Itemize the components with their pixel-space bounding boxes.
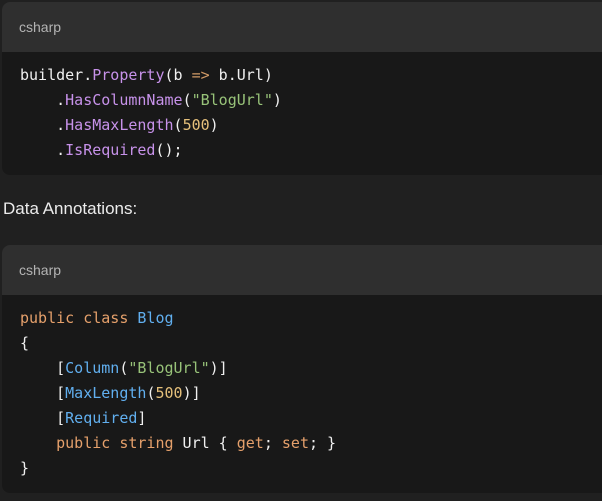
code-token: .	[20, 116, 66, 134]
code-line: public string Url { get; set; }	[20, 431, 602, 456]
data-annotations-heading: Data Annotations:	[3, 199, 138, 218]
code-token: get	[236, 434, 264, 452]
code-line: {	[20, 331, 602, 356]
code-content[interactable]: builder.Property(b => b.Url) .HasColumnN…	[2, 52, 602, 163]
code-token: [	[20, 409, 66, 427]
code-token: public	[20, 309, 75, 327]
code-token: ]	[137, 409, 147, 427]
code-line: .HasMaxLength(500)	[20, 113, 602, 138]
code-line: [Column("BlogUrl")]	[20, 356, 602, 381]
code-token: (b	[164, 66, 192, 84]
code-language-label: csharp	[19, 19, 62, 35]
code-token: (	[173, 116, 183, 134]
code-block-header: csharp	[2, 245, 602, 295]
code-token: set	[281, 434, 309, 452]
code-language-label: csharp	[19, 262, 62, 278]
code-token: )]	[209, 359, 228, 377]
code-token: 500	[155, 384, 183, 402]
code-token: )]	[182, 384, 201, 402]
code-token: "BlogUrl"	[191, 91, 273, 109]
code-token: Url {	[173, 434, 237, 452]
code-token: .	[83, 66, 93, 84]
code-line: [MaxLength(500)]	[20, 381, 602, 406]
code-token: Property	[92, 66, 165, 84]
code-token: Blog	[137, 309, 174, 327]
code-token: string	[119, 434, 174, 452]
code-token: "BlogUrl"	[128, 359, 210, 377]
code-line: .HasColumnName("BlogUrl")	[20, 88, 602, 113]
code-token: ;	[263, 434, 282, 452]
code-token: (	[182, 91, 192, 109]
code-line: .IsRequired();	[20, 138, 602, 163]
code-token: class	[83, 309, 129, 327]
code-token: [	[20, 384, 66, 402]
code-token: )	[209, 116, 219, 134]
code-token: )	[272, 91, 282, 109]
code-token: [	[20, 359, 66, 377]
code-token: ();	[155, 141, 183, 159]
code-token: Column	[65, 359, 120, 377]
code-line: public class Blog	[20, 306, 602, 331]
code-line: }	[20, 456, 602, 481]
code-content[interactable]: public class Blog { [Column("BlogUrl")] […	[2, 295, 602, 481]
code-line: builder.Property(b => b.Url)	[20, 63, 602, 88]
code-token: 500	[182, 116, 210, 134]
code-token: ; }	[309, 434, 337, 452]
code-token: IsRequired	[65, 141, 156, 159]
code-block-fluent-api: csharp builder.Property(b => b.Url) .Has…	[2, 2, 602, 175]
code-token: }	[20, 459, 30, 477]
code-token: HasColumnName	[65, 91, 183, 109]
code-token: b.Url)	[209, 66, 273, 84]
code-token: public	[56, 434, 111, 452]
code-token: MaxLength	[65, 384, 147, 402]
code-token: .	[20, 91, 66, 109]
code-token: HasMaxLength	[65, 116, 174, 134]
code-line: [Required]	[20, 406, 602, 431]
code-token: builder	[20, 66, 84, 84]
code-block-header: csharp	[2, 2, 602, 52]
code-token: {	[20, 334, 30, 352]
code-token: Required	[65, 409, 138, 427]
code-token: =>	[191, 66, 210, 84]
code-block-data-annotations: csharp public class Blog { [Column("BlogU…	[2, 245, 602, 493]
code-token: .	[20, 141, 66, 159]
